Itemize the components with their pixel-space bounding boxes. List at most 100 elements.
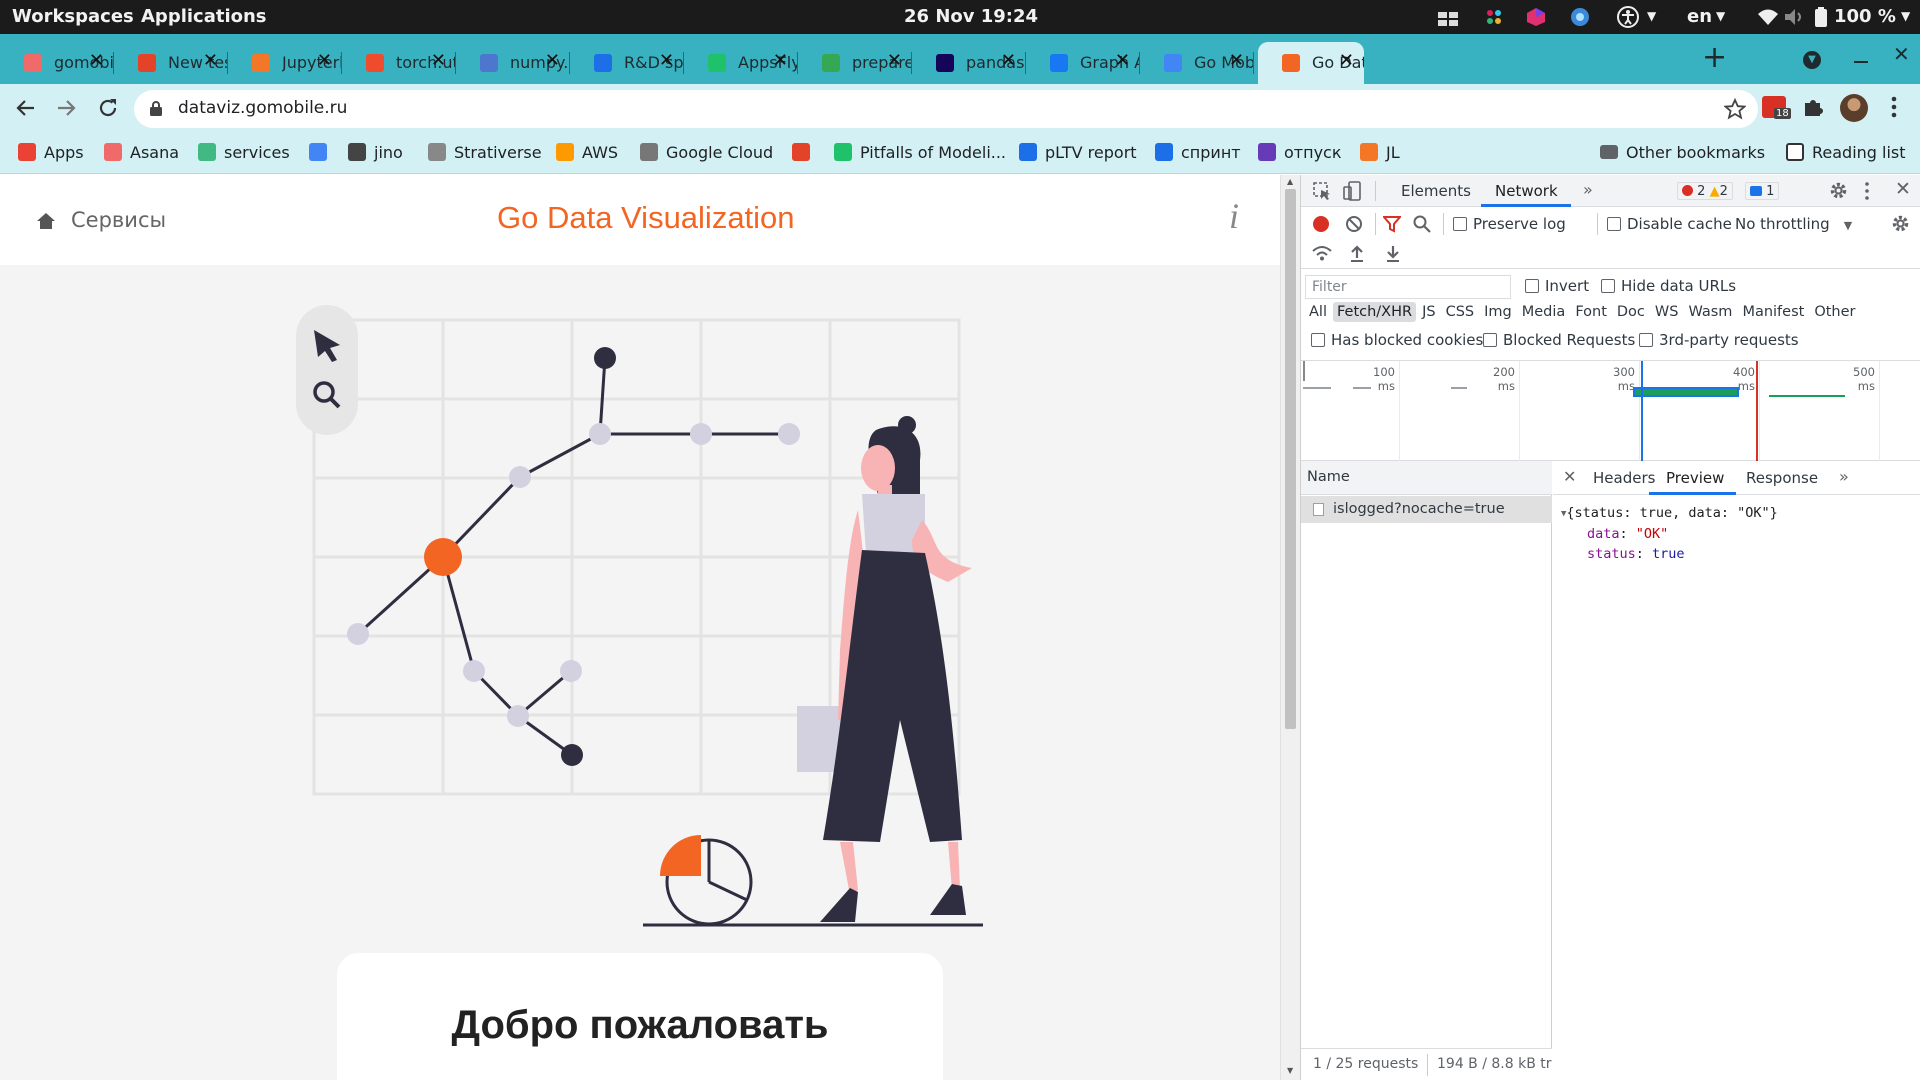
inspect-element-icon[interactable] [1313, 182, 1331, 204]
browser-tab[interactable]: pandas. ✕ [912, 42, 1026, 84]
info-button[interactable]: i [1229, 195, 1239, 237]
profile-avatar[interactable] [1840, 94, 1868, 122]
bookmark-item[interactable]: services [198, 143, 290, 162]
more-tabs-icon[interactable]: » [1583, 180, 1593, 199]
tab-close-icon[interactable]: ✕ [203, 50, 218, 71]
type-filter-manifest[interactable]: Manifest [1738, 302, 1808, 322]
clear-log-icon[interactable] [1345, 215, 1363, 237]
other-bookmarks-folder[interactable]: Other bookmarks [1600, 143, 1765, 162]
throttling-select[interactable]: No throttling ▼ [1735, 215, 1852, 233]
type-filter-all[interactable]: All [1305, 302, 1331, 322]
json-status-row[interactable]: status: true [1561, 544, 1778, 564]
tab-response[interactable]: Response [1746, 469, 1818, 487]
bookmark-item[interactable]: Pitfalls of Modeli... [834, 143, 1006, 162]
bookmark-item[interactable]: Strativerse [428, 143, 542, 162]
tab-search-icon[interactable]: ▼ [1803, 51, 1821, 69]
browser-tab[interactable]: AppsFly ✕ [684, 42, 798, 84]
window-layout-icon[interactable] [1438, 10, 1458, 31]
address-bar[interactable]: dataviz.gomobile.ru [134, 90, 1758, 128]
workspaces-menu[interactable]: Workspaces [12, 6, 134, 27]
type-filter-fetchxhr[interactable]: Fetch/XHR [1332, 302, 1417, 322]
tab-close-icon[interactable]: ✕ [431, 50, 446, 71]
tab-preview[interactable]: Preview [1666, 469, 1724, 487]
tab-close-icon[interactable]: ✕ [317, 50, 332, 71]
blocked-requests-checkbox[interactable]: Blocked Requests [1483, 331, 1635, 349]
type-filter-media[interactable]: Media [1518, 302, 1570, 322]
back-button[interactable] [14, 96, 38, 124]
devtools-settings-gear-icon[interactable] [1829, 181, 1848, 204]
clock[interactable]: 26 Nov 19:24 [904, 6, 1038, 27]
forward-button[interactable] [54, 96, 78, 124]
scroll-up-arrow-icon[interactable]: ▲ [1287, 177, 1293, 186]
network-settings-gear-icon[interactable] [1891, 214, 1910, 237]
services-nav-link[interactable]: Сервисы [71, 208, 166, 232]
bookmark-item[interactable]: спринт [1155, 143, 1241, 162]
browser-tab-active[interactable]: Go Data✕ [1258, 42, 1364, 84]
applications-menu[interactable]: Applications [141, 6, 267, 27]
system-menu-chevron-icon[interactable]: ▼ [1901, 9, 1910, 23]
language-chevron-icon[interactable]: ▼ [1716, 9, 1725, 23]
json-root-row[interactable]: ▼{status: true, data: "OK"} [1561, 503, 1778, 524]
window-close-icon[interactable]: ✕ [1893, 42, 1910, 66]
tab-close-icon[interactable]: ✕ [1229, 50, 1244, 71]
bookmark-item[interactable]: Google Cloud [640, 143, 773, 162]
bookmark-item[interactable]: pLTV report [1019, 143, 1137, 162]
battery-icon[interactable] [1815, 7, 1827, 32]
bookmark-item[interactable]: Apps [18, 143, 84, 162]
details-close-icon[interactable]: ✕ [1563, 467, 1576, 486]
url-text[interactable]: dataviz.gomobile.ru [178, 98, 347, 118]
device-toolbar-icon[interactable] [1343, 181, 1363, 205]
type-filter-js[interactable]: JS [1418, 302, 1439, 322]
hide-data-urls-checkbox[interactable]: Hide data URLs [1601, 277, 1736, 295]
scroll-down-arrow-icon[interactable]: ▼ [1287, 1066, 1293, 1075]
tab-elements[interactable]: Elements [1401, 182, 1471, 200]
devtools-close-icon[interactable]: ✕ [1895, 178, 1911, 200]
import-har-icon[interactable] [1349, 244, 1365, 266]
filter-input[interactable]: Filter [1305, 275, 1511, 299]
messages-counter[interactable]: 1 [1745, 182, 1780, 200]
browser-tab[interactable]: Jupyterl ✕ [228, 42, 342, 84]
issues-counter[interactable]: 2 ▲2 [1677, 182, 1733, 200]
filter-funnel-icon[interactable] [1381, 215, 1403, 237]
app-tray-icon[interactable] [1526, 7, 1546, 32]
third-party-checkbox[interactable]: 3rd-party requests [1639, 331, 1799, 349]
page-scrollbar-thumb[interactable] [1285, 189, 1296, 729]
bookmark-item[interactable]: Asana [104, 143, 179, 162]
battery-percentage[interactable]: 100 % [1834, 6, 1896, 27]
bookmark-item[interactable]: jino [348, 143, 403, 162]
json-data-row[interactable]: data: "OK" [1561, 524, 1778, 544]
export-har-icon[interactable] [1385, 244, 1401, 266]
browser-tab[interactable]: numpy.a✕ [456, 42, 570, 84]
vpn-tray-icon[interactable] [1570, 7, 1590, 32]
tab-headers[interactable]: Headers [1593, 469, 1655, 487]
extensions-puzzle-icon[interactable] [1802, 96, 1824, 122]
type-filter-ws[interactable]: WS [1651, 302, 1683, 322]
wifi-icon[interactable] [1757, 8, 1779, 31]
tab-close-icon[interactable]: ✕ [89, 50, 104, 71]
accessibility-menu-chevron-icon[interactable]: ▼ [1647, 9, 1656, 23]
more-detail-tabs-icon[interactable]: » [1839, 467, 1849, 486]
timeline-selection-start[interactable] [1303, 361, 1305, 381]
invert-checkbox[interactable]: Invert [1525, 277, 1589, 295]
browser-tab[interactable]: R&D spr ✕ [570, 42, 684, 84]
blocked-cookies-checkbox[interactable]: Has blocked cookies [1311, 331, 1483, 349]
tab-close-icon[interactable]: ✕ [1339, 50, 1354, 71]
name-column-header[interactable]: Name [1301, 461, 1552, 495]
disable-cache-checkbox[interactable]: Disable cache [1607, 215, 1732, 233]
bookmark-item[interactable]: отпуск [1258, 143, 1342, 162]
request-row[interactable]: islogged?nocache=true [1301, 496, 1552, 523]
network-overview-timeline[interactable]: 100 ms 200 ms 300 ms 400 ms 500 ms [1301, 361, 1920, 461]
tab-close-icon[interactable]: ✕ [1115, 50, 1130, 71]
type-filter-font[interactable]: Font [1571, 302, 1611, 322]
type-filter-css[interactable]: CSS [1442, 302, 1479, 322]
calendar-extension-icon[interactable]: 18 [1762, 96, 1791, 119]
page-scrollbar[interactable]: ▲ ▼ [1280, 175, 1300, 1080]
tab-close-icon[interactable]: ✕ [1001, 50, 1016, 71]
browser-tab[interactable]: New tes ✕ [114, 42, 228, 84]
type-filter-other[interactable]: Other [1810, 302, 1859, 322]
lock-icon[interactable] [150, 101, 162, 120]
bookmark-item[interactable]: AWS [556, 143, 618, 162]
bookmark-star-icon[interactable] [1723, 97, 1747, 124]
bookmark-item[interactable] [309, 143, 335, 162]
browser-tab[interactable]: gomobil ✕ [0, 42, 114, 84]
